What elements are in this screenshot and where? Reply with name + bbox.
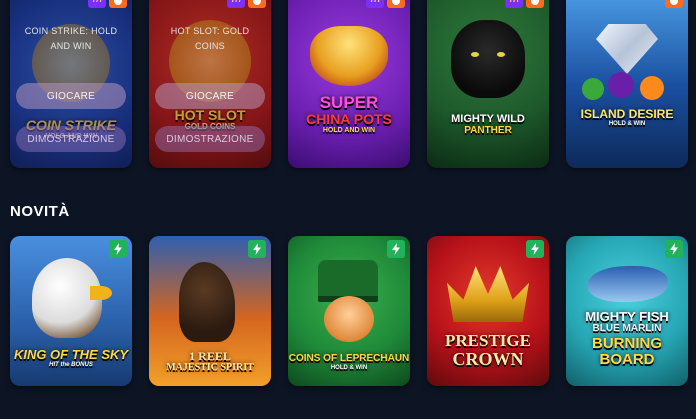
card-badges: 777	[227, 0, 266, 8]
game-card-hot-slot[interactable]: HOT SLOT GOLD COINS 777 HOT SLOT: GOLD C…	[149, 0, 271, 168]
sevens-icon: 777	[88, 0, 106, 8]
game-art-title: KING OF THE SKY HIT the BONUS	[13, 347, 129, 368]
game-art-title: COINS OF LEPRECHAUN HOLD & WIN	[288, 353, 410, 371]
section-title-new: NOVITÀ	[10, 203, 70, 220]
marlin-art	[588, 266, 668, 302]
game-name: HOT SLOT: GOLD COINS	[170, 26, 250, 51]
sevens-icon: 777	[366, 0, 384, 8]
flame-icon	[526, 0, 544, 8]
game-art-title: SUPER CHINA POTS HOLD AND WIN	[306, 93, 392, 134]
fruit-art	[582, 72, 672, 100]
horse-art	[179, 262, 235, 342]
game-card-coin-strike[interactable]: COIN STRIKE HOLD AND WIN 777 COIN STRIKE…	[10, 0, 132, 168]
game-card-prestige-crown[interactable]: PRESTIGE CROWN	[427, 236, 549, 386]
flame-icon	[665, 0, 683, 8]
lightning-icon	[109, 240, 127, 258]
card-badges	[387, 240, 405, 258]
card-badges	[109, 240, 127, 258]
play-button[interactable]: GIOCARE	[155, 83, 265, 109]
game-card-king-of-the-sky[interactable]: KING OF THE SKY HIT the BONUS	[10, 236, 132, 386]
lightning-icon	[665, 240, 683, 258]
game-card-coins-of-leprechaun[interactable]: COINS OF LEPRECHAUN HOLD & WIN	[288, 236, 410, 386]
game-name: COIN STRIKE: HOLD AND WIN	[24, 26, 118, 51]
game-art-title: MIGHTY WILD PANTHER	[451, 113, 525, 136]
game-art-title: PRESTIGE CROWN	[445, 331, 531, 369]
game-card-mighty-wild-panther[interactable]: MIGHTY WILD PANTHER 777	[427, 0, 549, 168]
card-badges	[665, 240, 683, 258]
eagle-beak	[90, 286, 112, 300]
card-badges: 777	[88, 0, 127, 8]
leprechaun-face-art	[324, 296, 374, 342]
game-art-title: 1 REEL MAJESTIC SPIRIT	[166, 349, 254, 373]
panther-art	[451, 20, 525, 98]
card-badges: 777	[366, 0, 405, 8]
card-badges	[248, 240, 266, 258]
demo-button[interactable]: DIMOSTRAZIONE	[155, 126, 265, 152]
card-badges	[526, 240, 544, 258]
flame-icon	[387, 0, 405, 8]
diamond-art	[596, 24, 658, 74]
game-art-title: ISLAND DESIRE HOLD & WIN	[580, 107, 674, 127]
sevens-icon: 777	[227, 0, 245, 8]
demo-button[interactable]: DIMOSTRAZIONE	[16, 126, 126, 152]
flame-icon	[248, 0, 266, 8]
lightning-icon	[248, 240, 266, 258]
lightning-icon	[387, 240, 405, 258]
game-card-island-desire[interactable]: ISLAND DESIRE HOLD & WIN	[566, 0, 688, 168]
card-badges: 777	[505, 0, 544, 8]
panther-eyes	[471, 52, 505, 58]
game-card-super-china-pots[interactable]: SUPER CHINA POTS HOLD AND WIN 777	[288, 0, 410, 168]
game-art-title: MIGHTY FISH BLUE MARLIN BURNING BOARD	[585, 309, 669, 368]
lightning-icon	[526, 240, 544, 258]
crown-art	[447, 266, 529, 322]
sevens-icon: 777	[505, 0, 523, 8]
flame-icon	[109, 0, 127, 8]
game-card-mighty-fish-blue-marlin[interactable]: MIGHTY FISH BLUE MARLIN BURNING BOARD	[566, 236, 688, 386]
pot-of-gold-art	[310, 26, 388, 86]
game-card-majestic-spirit[interactable]: 1 REEL MAJESTIC SPIRIT	[149, 236, 271, 386]
card-badges	[665, 0, 683, 8]
play-button[interactable]: GIOCARE	[16, 83, 126, 109]
